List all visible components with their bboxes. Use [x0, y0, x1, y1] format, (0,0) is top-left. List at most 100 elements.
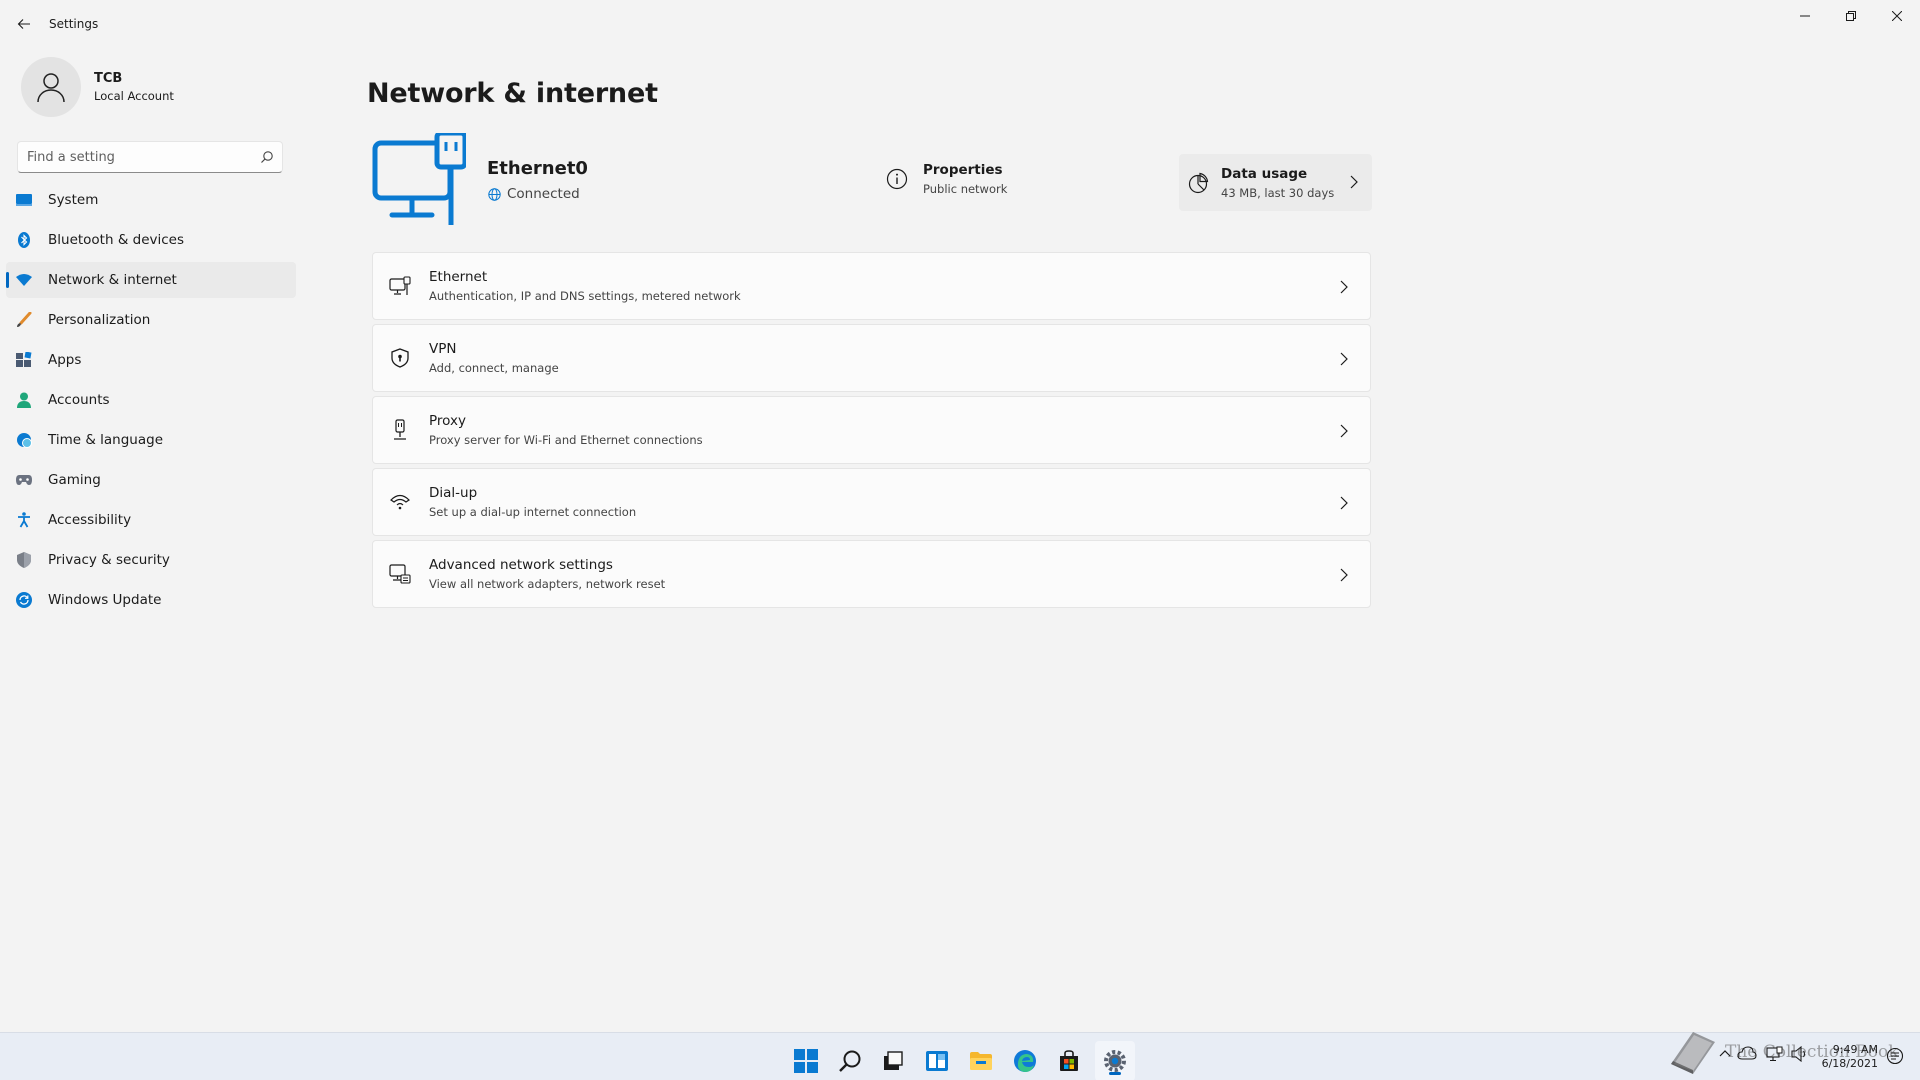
settings-list: Ethernet Authentication, IP and DNS sett…: [372, 252, 1371, 612]
folder-icon: [970, 1052, 992, 1070]
windows-logo-icon: [794, 1049, 818, 1073]
file-explorer-button[interactable]: [961, 1041, 1001, 1080]
network-tray-icon[interactable]: [1766, 1046, 1784, 1062]
sidebar-item-bluetooth-devices[interactable]: Bluetooth & devices: [6, 222, 296, 258]
sidebar-item-personalization[interactable]: Personalization: [6, 302, 296, 338]
minimize-button[interactable]: [1782, 0, 1828, 32]
book-icon: [1671, 1032, 1715, 1074]
advanced-network-settings-row[interactable]: Advanced network settings View all netwo…: [372, 540, 1371, 608]
sidebar-item-gaming[interactable]: Gaming: [6, 462, 296, 498]
chevron-up-icon[interactable]: [1719, 1049, 1731, 1057]
system-clock[interactable]: 9:49 AM 6/18/2021: [1822, 1043, 1878, 1071]
properties-link[interactable]: Properties Public network: [886, 162, 1007, 196]
back-button[interactable]: [10, 10, 38, 38]
user-profile[interactable]: TCB Local Account: [21, 57, 174, 117]
search-input[interactable]: [18, 149, 248, 165]
sidebar-item-time-language[interactable]: Time & language: [6, 422, 296, 458]
account-type: Local Account: [94, 89, 174, 103]
proxy-icon: [389, 419, 411, 441]
person-icon: [37, 73, 65, 103]
wifi-icon: [16, 272, 32, 288]
row-subtitle: Authentication, IP and DNS settings, met…: [429, 289, 741, 303]
row-subtitle: Add, connect, manage: [429, 361, 559, 375]
settings-app-button[interactable]: [1095, 1041, 1135, 1080]
chevron-right-icon: [1340, 280, 1348, 294]
close-button[interactable]: [1874, 0, 1920, 32]
pie-chart-icon: [1188, 172, 1209, 193]
close-icon: [1892, 11, 1902, 21]
sidebar-item-network-internet[interactable]: Network & internet: [6, 262, 296, 298]
data-usage-title: Data usage: [1221, 165, 1308, 182]
info-icon: [886, 168, 908, 190]
store-icon: [1060, 1050, 1078, 1071]
chevron-right-icon: [1350, 175, 1358, 189]
row-subtitle: Proxy server for Wi-Fi and Ethernet conn…: [429, 433, 703, 447]
notifications-icon[interactable]: [1886, 1047, 1904, 1065]
edge-browser-button[interactable]: [1005, 1041, 1045, 1080]
sidebar-item-label: Time & language: [48, 432, 164, 448]
avatar: [21, 57, 81, 117]
active-app-indicator: [1109, 1072, 1121, 1075]
dialup-icon: [389, 491, 411, 513]
task-view-button[interactable]: [873, 1041, 913, 1080]
restore-icon: [1846, 11, 1856, 21]
properties-subtitle: Public network: [923, 182, 1008, 196]
volume-icon[interactable]: [1791, 1046, 1809, 1062]
widgets-button[interactable]: [917, 1041, 957, 1080]
taskbar-search-button[interactable]: [830, 1041, 870, 1080]
sidebar-item-label: System: [48, 192, 99, 208]
chevron-right-icon: [1340, 352, 1348, 366]
restore-button[interactable]: [1828, 0, 1874, 32]
sidebar-item-label: Accessibility: [48, 512, 132, 528]
globe-clock-icon: [16, 432, 32, 448]
chevron-right-icon: [1340, 424, 1348, 438]
row-title: Dial-up: [429, 485, 478, 501]
data-usage-subtitle: 43 MB, last 30 days: [1221, 185, 1335, 200]
sidebar-item-label: Windows Update: [48, 592, 162, 608]
sidebar-item-label: Gaming: [48, 472, 101, 488]
row-title: Advanced network settings: [429, 557, 613, 573]
sidebar-item-accounts[interactable]: Accounts: [6, 382, 296, 418]
update-icon: [16, 592, 32, 608]
search-icon[interactable]: [260, 150, 274, 164]
sidebar-item-label: Personalization: [48, 312, 151, 328]
sidebar-item-accessibility[interactable]: Accessibility: [6, 502, 296, 538]
page-title: Network & internet: [367, 78, 658, 109]
row-subtitle: View all network adapters, network reset: [429, 577, 666, 591]
sidebar-item-label: Privacy & security: [48, 552, 170, 568]
sidebar-item-apps[interactable]: Apps: [6, 342, 296, 378]
start-button[interactable]: [786, 1041, 826, 1080]
sidebar-item-system[interactable]: System: [6, 182, 296, 218]
row-title: VPN: [429, 341, 457, 357]
sidebar-item-label: Network & internet: [48, 272, 177, 288]
data-usage-button[interactable]: Data usage 43 MB, last 30 days: [1179, 154, 1372, 211]
sidebar-item-label: Apps: [48, 352, 82, 368]
chevron-right-icon: [1340, 568, 1348, 582]
widgets-icon: [926, 1051, 948, 1071]
system-icon: [16, 192, 32, 208]
ethernet-row[interactable]: Ethernet Authentication, IP and DNS sett…: [372, 252, 1371, 320]
edge-icon: [1014, 1050, 1036, 1072]
accessibility-icon: [16, 512, 32, 528]
proxy-row[interactable]: Proxy Proxy server for Wi-Fi and Etherne…: [372, 396, 1371, 464]
row-subtitle: Set up a dial-up internet connection: [429, 505, 637, 519]
title-bar: Settings: [0, 0, 1920, 48]
search-icon: [839, 1050, 861, 1072]
dial-up-row[interactable]: Dial-up Set up a dial-up internet connec…: [372, 468, 1371, 536]
vpn-row[interactable]: VPN Add, connect, manage: [372, 324, 1371, 392]
onedrive-cloud-icon[interactable]: [1737, 1046, 1757, 1060]
sidebar-nav: System Bluetooth & devices Network & int…: [6, 182, 296, 622]
bluetooth-icon: [16, 232, 32, 248]
row-title: Ethernet: [429, 269, 488, 285]
minimize-icon: [1800, 15, 1810, 17]
clock-date: 6/18/2021: [1821, 1057, 1878, 1070]
search-box[interactable]: [17, 141, 283, 173]
back-arrow-icon: [17, 19, 30, 29]
sidebar-item-privacy-security[interactable]: Privacy & security: [6, 542, 296, 578]
gear-icon: [1104, 1050, 1126, 1072]
sidebar-item-windows-update[interactable]: Windows Update: [6, 582, 296, 618]
ethernet-computer-icon: [372, 133, 466, 225]
sidebar-item-label: Bluetooth & devices: [48, 232, 185, 248]
microsoft-store-button[interactable]: [1049, 1041, 1089, 1080]
profile-name: TCB: [94, 71, 123, 86]
